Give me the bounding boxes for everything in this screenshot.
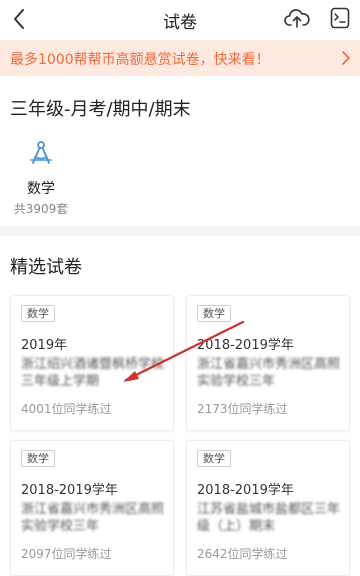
paper-name: 浙江省嘉兴市秀洲区高照实验学校三年: [21, 502, 165, 534]
subject-count: 共3909套: [13, 202, 69, 216]
bounty-banner[interactable]: 最多1000帮帮币高额悬赏试卷，快来看！: [0, 40, 360, 76]
subject-name: 数学: [27, 181, 55, 197]
subject-tag: 数学: [21, 305, 55, 322]
practice-count: 4001位同学练过: [21, 402, 112, 416]
section-title-featured: 精选试卷: [10, 257, 82, 278]
compass-icon: [30, 141, 52, 164]
paper-card[interactable]: 数学 2018-2019学年 江苏省盐城市盐都区三年级（上）期末 2642位同学…: [186, 440, 350, 576]
bounty-banner-text: 最多1000帮帮币高额悬赏试卷，快来看！: [10, 52, 270, 68]
cloud-upload-icon[interactable]: [284, 6, 310, 30]
chevron-right-icon: [342, 51, 350, 65]
paper-year: 2019年: [21, 338, 68, 353]
paper-year: 2018-2019学年: [197, 483, 294, 498]
grade-title: 三年级-月考/期中/期末: [10, 99, 191, 120]
practice-count: 2173位同学练过: [197, 402, 288, 416]
subject-tag: 数学: [197, 305, 231, 322]
paper-card[interactable]: 数学 2018-2019学年 浙江省嘉兴市秀洲区高照实验学校三年 2097位同学…: [10, 440, 174, 576]
section-divider: [0, 226, 360, 236]
practice-count: 2097位同学练过: [21, 547, 112, 561]
paper-name: 江苏省盐城市盐都区三年级（上）期末: [197, 502, 341, 534]
paper-name: 浙江省嘉兴市秀洲区高照实验学校三年: [197, 357, 341, 389]
paper-name: 浙江绍兴酒诸暨枫桥学校三年级上学期: [21, 357, 165, 389]
subject-math[interactable]: 数学 共3909套: [10, 140, 72, 220]
nav-bar: 试卷: [0, 0, 360, 38]
paper-card[interactable]: 数学 2019年 浙江绍兴酒诸暨枫桥学校三年级上学期 4001位同学练过: [10, 295, 174, 431]
subject-tag: 数学: [197, 450, 231, 467]
answer-sheet-icon[interactable]: [330, 7, 350, 29]
paper-year: 2018-2019学年: [197, 338, 294, 353]
subject-tag: 数学: [21, 450, 55, 467]
paper-card[interactable]: 数学 2018-2019学年 浙江省嘉兴市秀洲区高照实验学校三年 2173位同学…: [186, 295, 350, 431]
practice-count: 2642位同学练过: [197, 547, 288, 561]
paper-year: 2018-2019学年: [21, 483, 118, 498]
